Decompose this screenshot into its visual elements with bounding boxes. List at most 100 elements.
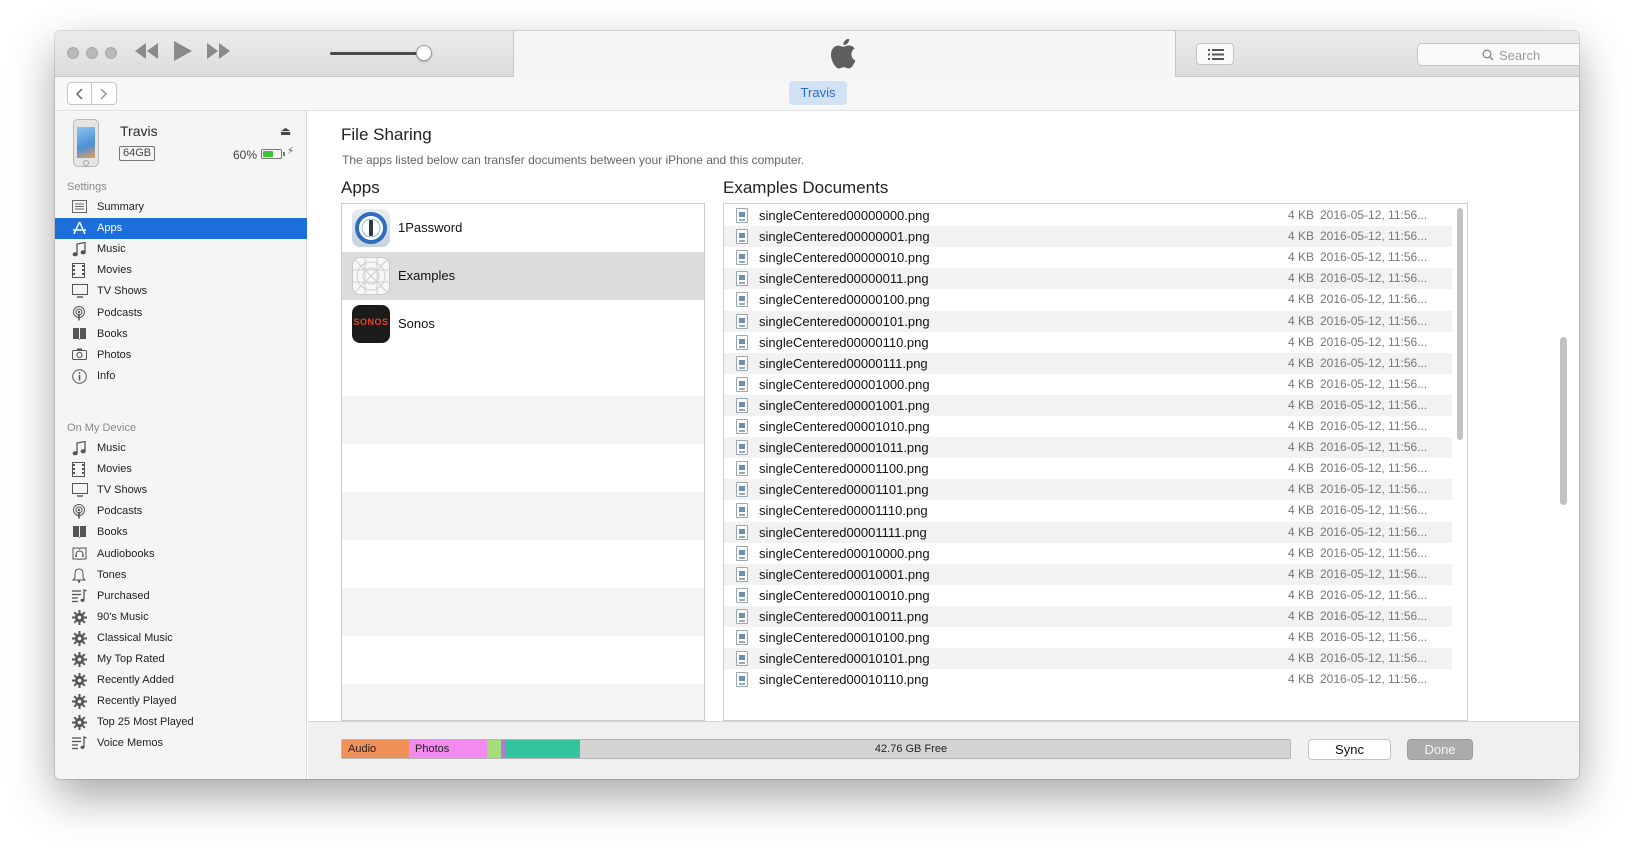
- document-size: 4 KB: [1287, 419, 1314, 433]
- document-row[interactable]: singleCentered00001011.png 4 KB 2016-05-12…: [724, 437, 1452, 459]
- device-tab[interactable]: Travis: [789, 81, 847, 105]
- sidebar-item-label: Music: [97, 442, 126, 454]
- sidebar-item-tv-shows[interactable]: TV Shows: [55, 480, 307, 501]
- documents-list[interactable]: singleCentered00010110.png 4 KB 2016-05-12…: [723, 203, 1468, 721]
- document-row[interactable]: singleCentered00000010.png 4 KB 2016-05-12…: [724, 247, 1452, 268]
- app-name: Sonos: [398, 316, 435, 331]
- png-file-icon: [736, 250, 748, 266]
- file-sharing-panel: File Sharing The apps listed below can t…: [308, 111, 1579, 721]
- search-field[interactable]: Search: [1417, 43, 1579, 66]
- storage-capacity-bar: Audio Photos 42.76 GB Free: [341, 739, 1291, 759]
- close-window-button[interactable]: [67, 47, 79, 59]
- app-row[interactable]: 1Password: [342, 204, 704, 252]
- settings-section-title: Settings: [67, 181, 107, 193]
- sidebar-item-books[interactable]: Books: [55, 522, 307, 543]
- sidebar-item-label: Apps: [97, 222, 123, 235]
- sidebar-item-recently-played[interactable]: Recently Played: [55, 691, 307, 712]
- volume-slider-knob[interactable]: [416, 45, 432, 61]
- document-row[interactable]: singleCentered00000110.png 4 KB 2016-05-12…: [724, 332, 1452, 353]
- document-row[interactable]: singleCentered00000011.png 4 KB 2016-05-12…: [724, 268, 1452, 290]
- forward-button[interactable]: [92, 82, 117, 105]
- png-file-icon: [736, 229, 748, 245]
- sidebar-item-my-top-rated[interactable]: My Top Rated: [55, 649, 307, 670]
- fast-forward-icon[interactable]: [207, 41, 231, 65]
- sidebar-item-tv-shows[interactable]: TV Shows: [55, 281, 307, 302]
- done-button[interactable]: Done: [1407, 739, 1473, 760]
- document-date: 2016-05-12, 11:56...: [1320, 292, 1428, 307]
- storage-free-label: 42.76 GB Free: [874, 743, 948, 755]
- document-row[interactable]: singleCentered00000101.png 4 KB 2016-05-12…: [724, 310, 1452, 332]
- main-scrollbar[interactable]: [1560, 337, 1567, 505]
- document-row[interactable]: singleCentered00010010.png 4 KB 2016-05-12…: [724, 585, 1452, 606]
- document-row[interactable]: singleCentered00010100.png 4 KB 2016-05-12…: [724, 627, 1452, 648]
- app-row[interactable]: Examples: [342, 252, 704, 300]
- sidebar-item-music[interactable]: Music: [55, 239, 307, 260]
- smart-playlist-gear-icon: [72, 630, 88, 646]
- back-button[interactable]: [67, 82, 92, 105]
- up-next-list-button[interactable]: [1196, 43, 1234, 65]
- document-date: 2016-05-12, 11:56...: [1320, 440, 1428, 455]
- document-row[interactable]: singleCentered00010000.png 4 KB 2016-05-12…: [724, 543, 1452, 564]
- sidebar-item-90-s-music[interactable]: 90's Music: [55, 607, 307, 628]
- battery-percent: 60%: [233, 148, 258, 162]
- document-row[interactable]: singleCentered00010110.png 4 KB 2016-05-12…: [724, 669, 1452, 690]
- document-row[interactable]: singleCentered00001111.png 4 KB 2016-05-12…: [724, 521, 1452, 543]
- sidebar-item-label: Voice Memos: [97, 737, 164, 750]
- app-row[interactable]: SONOS Sonos: [342, 300, 704, 348]
- document-size: 4 KB: [1287, 608, 1314, 623]
- sidebar-item-info[interactable]: Info: [55, 366, 307, 387]
- document-row[interactable]: singleCentered00001110.png 4 KB 2016-05-12…: [724, 500, 1452, 521]
- document-row[interactable]: singleCentered00000000.png 4 KB 2016-05-12…: [724, 205, 1452, 226]
- document-size: 4 KB: [1287, 482, 1314, 497]
- document-name: singleCentered00001110.png: [759, 503, 928, 519]
- sidebar-item-podcasts[interactable]: Podcasts: [55, 501, 307, 522]
- sidebar-item-books[interactable]: Books: [55, 324, 307, 345]
- document-row[interactable]: singleCentered00000111.png 4 KB 2016-05-12…: [724, 352, 1452, 374]
- sidebar-item-voice-memos[interactable]: Voice Memos: [55, 733, 307, 754]
- sidebar-item-tones[interactable]: Tones: [55, 565, 307, 586]
- document-row[interactable]: singleCentered00001000.png 4 KB 2016-05-12…: [724, 374, 1452, 395]
- document-row[interactable]: singleCentered00010101.png 4 KB 2016-05-12…: [724, 648, 1452, 670]
- rewind-icon[interactable]: [135, 41, 159, 65]
- document-name: singleCentered00010001.png: [759, 566, 930, 582]
- volume-slider-track[interactable]: [330, 52, 425, 55]
- sidebar-item-podcasts[interactable]: Podcasts: [55, 303, 307, 324]
- title-bar: Search: [55, 31, 1579, 77]
- sidebar-item-classical-music[interactable]: Classical Music: [55, 628, 307, 649]
- sidebar-item-summary[interactable]: Summary: [55, 197, 307, 218]
- info-icon: [72, 368, 88, 384]
- document-row[interactable]: singleCentered00001101.png 4 KB 2016-05-12…: [724, 479, 1452, 501]
- sidebar-item-apps[interactable]: Apps: [55, 218, 307, 240]
- minimize-window-button[interactable]: [86, 47, 98, 59]
- document-size: 4 KB: [1287, 566, 1314, 581]
- sidebar-item-recently-added[interactable]: Recently Added: [55, 670, 307, 691]
- iphone-home-button: [83, 160, 89, 166]
- eject-icon[interactable]: ⏏: [280, 124, 291, 138]
- document-date: 2016-05-12, 11:56...: [1320, 630, 1428, 644]
- sync-button[interactable]: Sync: [1308, 739, 1391, 760]
- sidebar-item-photos[interactable]: Photos: [55, 345, 307, 366]
- sidebar-item-label: Audiobooks: [97, 547, 155, 560]
- png-file-icon: [736, 651, 748, 667]
- sidebar-item-purchased[interactable]: Purchased: [55, 586, 307, 607]
- zoom-window-button[interactable]: [105, 47, 117, 59]
- document-row[interactable]: singleCentered00000001.png 4 KB 2016-05-12…: [724, 226, 1452, 248]
- document-row[interactable]: singleCentered00000100.png 4 KB 2016-05-12…: [724, 289, 1452, 310]
- sidebar-item-audiobooks[interactable]: Audiobooks: [55, 544, 307, 565]
- sidebar-item-movies[interactable]: Movies: [55, 260, 307, 281]
- sidebar-item-music[interactable]: Music: [55, 438, 307, 459]
- play-icon[interactable]: [174, 41, 192, 67]
- document-row[interactable]: singleCentered00010011.png 4 KB 2016-05-12…: [724, 605, 1452, 627]
- sidebar-item-top-25-most-played[interactable]: Top 25 Most Played: [55, 712, 307, 733]
- document-row[interactable]: singleCentered00001100.png 4 KB 2016-05-12…: [724, 458, 1452, 479]
- document-row[interactable]: singleCentered00001010.png 4 KB 2016-05-12…: [724, 416, 1452, 437]
- sidebar-item-movies[interactable]: Movies: [55, 459, 307, 480]
- document-row[interactable]: singleCentered00010001.png 4 KB 2016-05-12…: [724, 563, 1452, 585]
- document-date: 2016-05-12, 11:56...: [1320, 524, 1428, 539]
- chevron-left-icon: [75, 88, 83, 100]
- sidebar-item-label: Movies: [97, 264, 132, 277]
- documents-scrollbar[interactable]: [1457, 208, 1463, 440]
- document-row[interactable]: singleCentered00001001.png 4 KB 2016-05-12…: [724, 394, 1452, 416]
- document-size: 4 KB: [1287, 587, 1314, 602]
- apps-list[interactable]: 1Password Examples SONOS Sonos: [341, 203, 705, 721]
